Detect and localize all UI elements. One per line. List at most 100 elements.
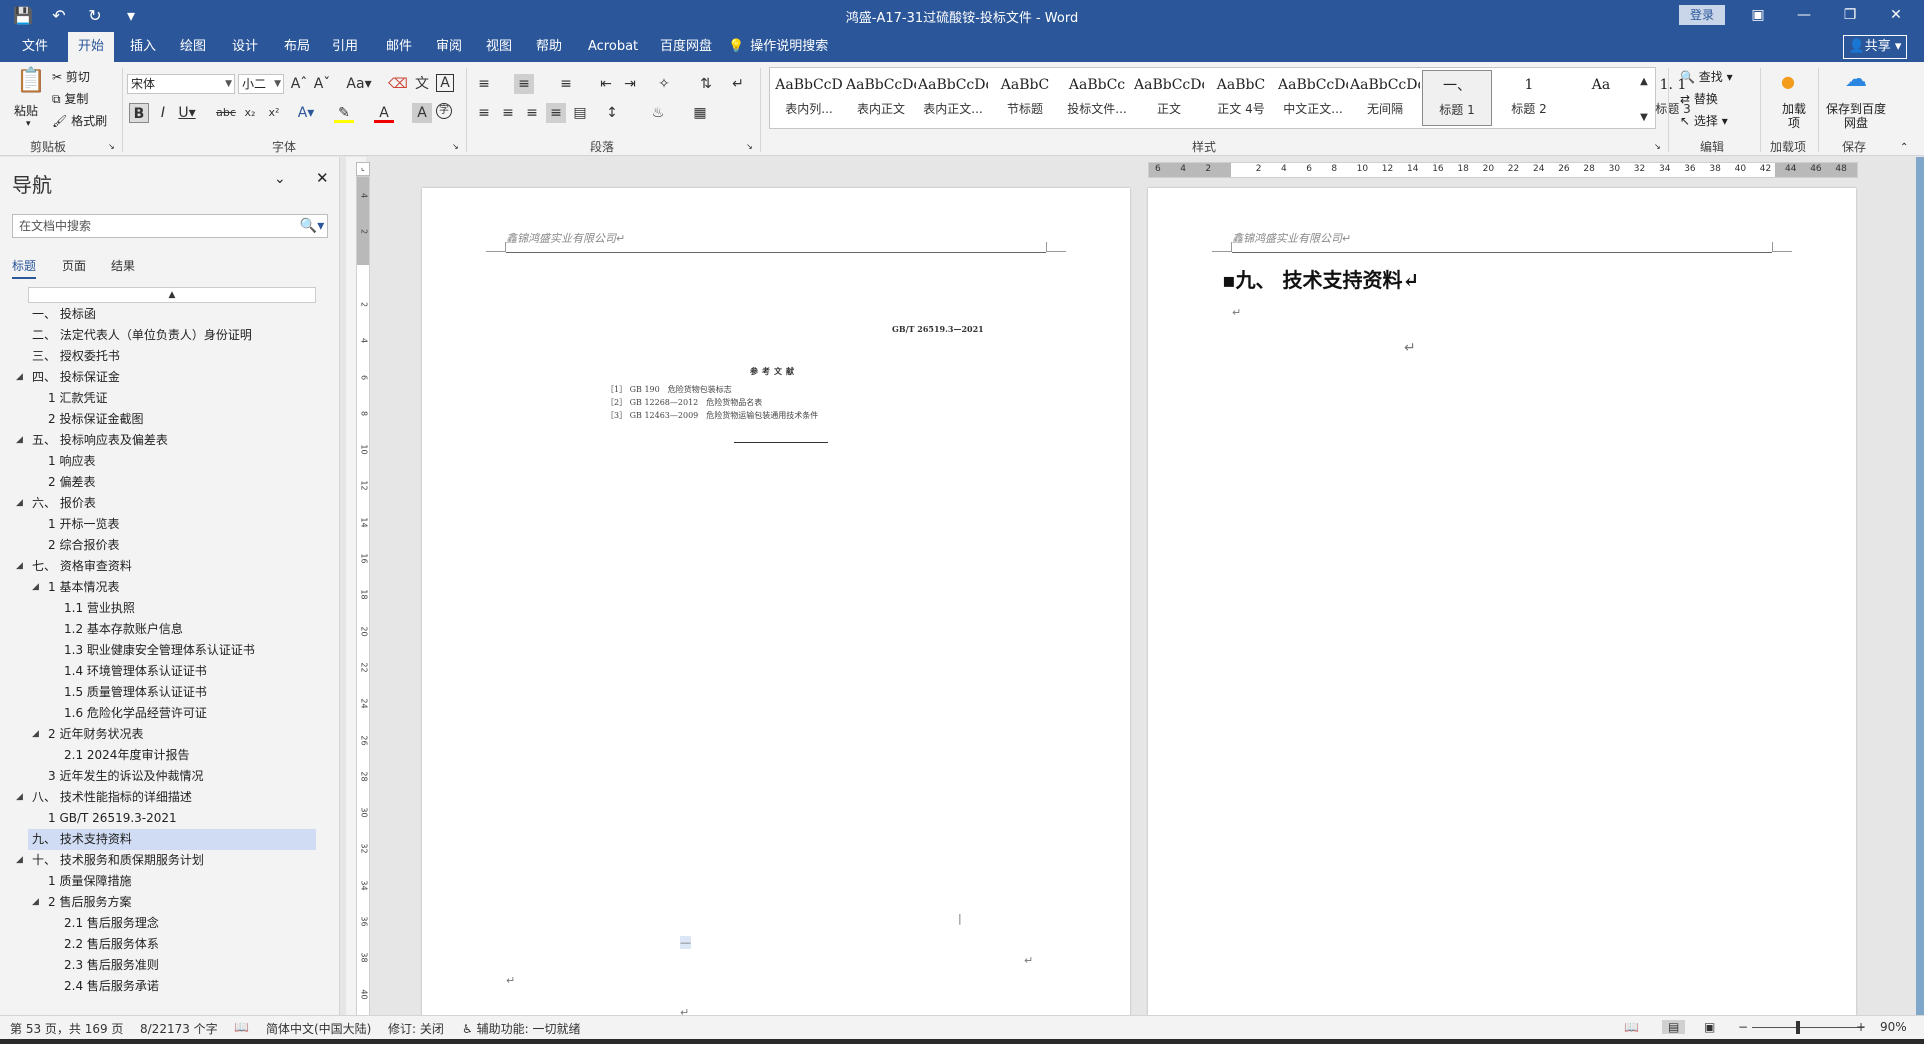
align-center-icon[interactable]: ≡ bbox=[498, 103, 518, 123]
ribbon-tab[interactable]: 文件 bbox=[12, 32, 58, 62]
baidu-cloud-icon[interactable]: ☁ bbox=[1842, 69, 1870, 91]
nav-heading-item[interactable]: ◢ 2 售后服务方案 bbox=[0, 892, 340, 913]
print-layout-icon[interactable]: ▤ bbox=[1662, 1020, 1686, 1034]
zoom-slider[interactable] bbox=[1752, 1027, 1864, 1028]
paragraph-launcher-icon[interactable]: ↘ bbox=[746, 142, 753, 151]
phonetic-guide-icon[interactable]: 文 bbox=[412, 74, 432, 94]
addins-icon[interactable]: ● bbox=[1778, 72, 1798, 92]
font-launcher-icon[interactable]: ↘ bbox=[452, 142, 459, 151]
superscript-icon[interactable]: x² bbox=[264, 103, 284, 123]
nav-heading-item[interactable]: 二、 法定代表人（单位负责人）身份证明 bbox=[0, 325, 340, 346]
nav-heading-item[interactable]: 2 综合报价表 bbox=[0, 535, 340, 556]
nav-close-icon[interactable]: ✕ bbox=[316, 169, 329, 187]
format-painter-button[interactable]: 🖌 格式刷 bbox=[52, 112, 107, 129]
enclose-char-icon[interactable]: 字 bbox=[436, 103, 452, 119]
nav-heading-item[interactable]: 九、 技术支持资料 bbox=[28, 829, 316, 850]
ribbon-tab[interactable]: 布局 bbox=[274, 32, 320, 62]
bold-icon[interactable]: B bbox=[129, 103, 149, 123]
nav-heading-item[interactable]: ◢ 四、 投标保证金 bbox=[0, 367, 340, 388]
clear-format-icon[interactable]: ⌫ bbox=[388, 74, 408, 94]
style-item[interactable]: AaBbCcDdI 表内正文 bbox=[846, 70, 916, 126]
save-to-baidu-button[interactable]: 保存到百度网盘 bbox=[1826, 102, 1886, 130]
sort-icon[interactable]: ⇅ bbox=[696, 74, 716, 94]
nav-heading-item[interactable]: ◢ 十、 技术服务和质保期服务计划 bbox=[0, 850, 340, 871]
select-button[interactable]: ↖ 选择 ▾ bbox=[1680, 112, 1728, 129]
grow-font-icon[interactable]: Aˆ bbox=[289, 74, 309, 94]
nav-heading-item[interactable]: ◢ 五、 投标响应表及偏差表 bbox=[0, 430, 340, 451]
word-count[interactable]: 8/22173 个字 bbox=[140, 1020, 218, 1037]
nav-heading-item[interactable]: 2.1 2024年度审计报告 bbox=[0, 745, 340, 766]
nav-heading-item[interactable]: ◢ 八、 技术性能指标的详细描述 bbox=[0, 787, 340, 808]
numbering-icon[interactable]: ≡ bbox=[514, 74, 534, 94]
share-button[interactable]: 👤共享 ▾ bbox=[1843, 35, 1907, 59]
style-item[interactable]: AaBbCcDdI 正文 bbox=[1134, 70, 1204, 126]
paste-icon[interactable]: 📋 bbox=[16, 68, 46, 100]
zoom-out-icon[interactable]: − bbox=[1738, 1020, 1748, 1034]
nav-heading-item[interactable]: ◢ 六、 报价表 bbox=[0, 493, 340, 514]
ribbon-tab[interactable]: 开始 bbox=[68, 32, 115, 62]
ribbon-tab[interactable]: Acrobat bbox=[578, 32, 648, 62]
collapse-triangle-icon[interactable]: ◢ bbox=[16, 367, 23, 388]
save-icon[interactable]: 💾 bbox=[12, 4, 34, 26]
show-marks-icon[interactable]: ↵ bbox=[728, 74, 748, 94]
justify-icon[interactable]: ≡ bbox=[546, 103, 566, 123]
nav-heading-item[interactable]: 3 近年发生的诉讼及仲裁情况 bbox=[0, 766, 340, 787]
nav-heading-item[interactable]: 1 汇款凭证 bbox=[0, 388, 340, 409]
nav-heading-item[interactable]: 1.6 危险化学品经营许可证 bbox=[0, 703, 340, 724]
nav-heading-item[interactable]: 2.3 售后服务准则 bbox=[0, 955, 340, 976]
change-case-icon[interactable]: Aa▾ bbox=[344, 74, 374, 94]
addins-button[interactable]: 加载项 bbox=[1782, 102, 1806, 130]
cut-button[interactable]: ✂ 剪切 bbox=[52, 68, 90, 85]
collapse-triangle-icon[interactable]: ◢ bbox=[16, 556, 23, 577]
nav-heading-item[interactable]: 1 质量保障措施 bbox=[0, 871, 340, 892]
ribbon-tab[interactable]: 帮助 bbox=[526, 32, 572, 62]
nav-heading-item[interactable]: 一、 投标函 bbox=[0, 304, 340, 325]
gallery-up-icon[interactable]: ▲ bbox=[1634, 72, 1654, 92]
style-item[interactable]: AaBbC 正文 4号 bbox=[1206, 70, 1276, 126]
nav-heading-item[interactable]: 2.1 售后服务理念 bbox=[0, 913, 340, 934]
search-icon[interactable]: 🔍▾ bbox=[298, 215, 326, 237]
page-count[interactable]: 第 53 页，共 169 页 bbox=[10, 1020, 123, 1037]
ribbon-tab[interactable]: 视图 bbox=[476, 32, 522, 62]
tell-me-search[interactable]: 💡 操作说明搜索 bbox=[728, 32, 828, 62]
char-shading-icon[interactable]: A bbox=[412, 103, 432, 123]
ribbon-tab[interactable]: 引用 bbox=[322, 32, 368, 62]
highlight-icon[interactable]: ✎ bbox=[334, 103, 354, 123]
ribbon-tab[interactable]: 插入 bbox=[120, 32, 166, 62]
style-item[interactable]: AaBbCcD 表内列... bbox=[774, 70, 844, 126]
nav-heading-item[interactable]: 1.1 营业执照 bbox=[0, 598, 340, 619]
shading-icon[interactable]: ♨ bbox=[648, 103, 668, 123]
language[interactable]: 简体中文(中国大陆) bbox=[266, 1020, 371, 1037]
style-item[interactable]: 1 标题 2 bbox=[1494, 70, 1564, 126]
copy-button[interactable]: ⧉ 复制 bbox=[52, 90, 88, 107]
close-icon[interactable]: ✕ bbox=[1873, 0, 1919, 32]
nav-heading-item[interactable]: 2.4 售后服务承诺 bbox=[0, 976, 340, 997]
strikethrough-icon[interactable]: abc bbox=[216, 103, 236, 123]
collapse-triangle-icon[interactable]: ◢ bbox=[16, 850, 23, 871]
style-item[interactable]: AaBbCcDd 表内正文... bbox=[918, 70, 988, 126]
increase-indent-icon[interactable]: ⇥ bbox=[620, 74, 640, 94]
style-item[interactable]: AaBbC 节标题 bbox=[990, 70, 1060, 126]
minimize-icon[interactable]: — bbox=[1781, 0, 1827, 32]
nav-heading-item[interactable]: 1 开标一览表 bbox=[0, 514, 340, 535]
ribbon-tab[interactable]: 审阅 bbox=[426, 32, 472, 62]
nav-tab-pages[interactable]: 页面 bbox=[62, 257, 86, 274]
nav-heading-item[interactable]: 1.5 质量管理体系认证证书 bbox=[0, 682, 340, 703]
shrink-font-icon[interactable]: Aˇ bbox=[312, 74, 332, 94]
collapse-triangle-icon[interactable]: ◢ bbox=[32, 892, 39, 913]
nav-options-icon[interactable]: ⌄ bbox=[274, 171, 286, 187]
collapse-triangle-icon[interactable]: ◢ bbox=[16, 493, 23, 514]
ribbon-tab[interactable]: 设计 bbox=[222, 32, 268, 62]
nav-heading-item[interactable]: 三、 授权委托书 bbox=[0, 346, 340, 367]
ribbon-tab[interactable]: 百度网盘 bbox=[650, 32, 722, 62]
find-button[interactable]: 🔍 查找 ▾ bbox=[1680, 68, 1733, 85]
nav-heading-item[interactable]: ◢ 1 基本情况表 bbox=[0, 577, 340, 598]
multilevel-list-icon[interactable]: ≡ bbox=[556, 74, 576, 94]
restore-icon[interactable]: ❐ bbox=[1827, 0, 1873, 32]
nav-heading-item[interactable]: 1.3 职业健康安全管理体系认证证书 bbox=[0, 640, 340, 661]
nav-heading-item[interactable]: ◢ 七、 资格审查资料 bbox=[0, 556, 340, 577]
clipboard-launcher-icon[interactable]: ↘ bbox=[108, 142, 115, 151]
ribbon-display-icon[interactable]: ▣ bbox=[1735, 0, 1781, 32]
nav-heading-item[interactable]: ◢ 2 近年财务状况表 bbox=[0, 724, 340, 745]
gallery-more-icon[interactable]: ▼ bbox=[1634, 108, 1654, 128]
